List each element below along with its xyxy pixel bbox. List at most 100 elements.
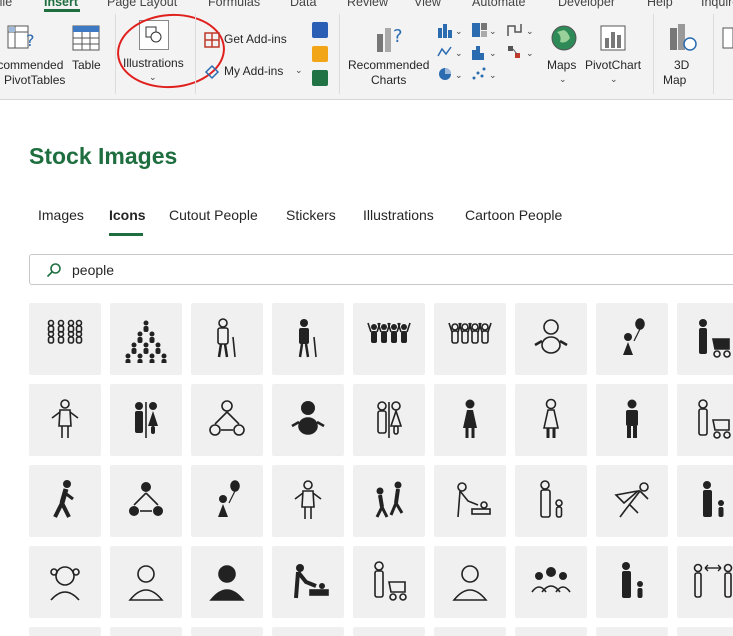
tab-images[interactable]: Images: [38, 207, 84, 223]
recommended-charts-label: Recommended: [348, 58, 430, 72]
icon-tile[interactable]: [110, 546, 182, 618]
icon-tile[interactable]: [110, 384, 182, 456]
people-dancing-icon: [375, 481, 404, 518]
tab-automate[interactable]: Automate: [472, 0, 526, 9]
pie-chart-button[interactable]: ⌄: [437, 66, 463, 87]
tab-icons[interactable]: Icons: [109, 207, 146, 223]
icon-tile[interactable]: [434, 303, 506, 375]
icon-tile[interactable]: [110, 303, 182, 375]
icon-tile[interactable]: [677, 627, 733, 636]
icon-tile[interactable]: [434, 384, 506, 456]
sparkline-icon[interactable]: [722, 26, 733, 50]
icon-tile[interactable]: [515, 384, 587, 456]
superhero-outline-icon: [614, 482, 649, 518]
icon-tile[interactable]: [191, 465, 263, 537]
icon-tile[interactable]: [29, 465, 101, 537]
scatter-chart-icon: ⌄: [472, 67, 497, 80]
icon-tile[interactable]: [272, 465, 344, 537]
tab-formulas[interactable]: Formulas: [208, 0, 260, 9]
icon-tile[interactable]: [677, 303, 733, 375]
icon-tile[interactable]: [515, 627, 587, 636]
icon-tile[interactable]: [272, 627, 344, 636]
icon-tile[interactable]: [353, 303, 425, 375]
icon-tile[interactable]: [596, 627, 668, 636]
my-addins-button[interactable]: My Add-ins ⌄: [203, 62, 303, 82]
bing-icon[interactable]: [312, 46, 328, 62]
icon-tile[interactable]: [677, 546, 733, 618]
woman-outline-icon: [543, 398, 559, 438]
icon-tile[interactable]: [29, 384, 101, 456]
ribbon-separator: [195, 14, 196, 94]
svg-text:⌄: ⌄: [455, 26, 463, 36]
icon-tile[interactable]: [353, 546, 425, 618]
person-shrug-outline-icon: [51, 399, 79, 438]
icon-tile[interactable]: [272, 546, 344, 618]
tab-cartoon-people[interactable]: Cartoon People: [465, 207, 562, 223]
tab-stickers[interactable]: Stickers: [286, 207, 336, 223]
user-outline-icon: [452, 565, 488, 601]
hierarchy-chart-button[interactable]: ⌄: [471, 22, 497, 43]
icon-tile[interactable]: [434, 465, 506, 537]
icon-tile[interactable]: [353, 627, 425, 636]
icon-tile[interactable]: [353, 384, 425, 456]
icon-tile[interactable]: [677, 465, 733, 537]
table-icon: [72, 25, 100, 51]
icon-tile[interactable]: [353, 465, 425, 537]
tab-review[interactable]: Review: [347, 0, 388, 9]
people-group-users-icon: [531, 567, 571, 593]
search-box[interactable]: [29, 254, 733, 285]
combo-chart-button[interactable]: ⌄: [507, 44, 535, 65]
tab-page-layout[interactable]: Page Layout: [107, 0, 177, 9]
icon-tile[interactable]: [29, 303, 101, 375]
icon-tile[interactable]: [515, 465, 587, 537]
icon-tile[interactable]: [272, 303, 344, 375]
diaper-change-outline-icon: [457, 482, 491, 518]
tab-inquire[interactable]: Inquire: [701, 0, 733, 9]
icon-tile[interactable]: [596, 465, 668, 537]
3d-map-label: 3D: [674, 58, 690, 72]
tab-illustrations[interactable]: Illustrations: [363, 207, 434, 223]
pivotchart-label: PivotChart: [585, 58, 642, 72]
icon-tile[interactable]: [29, 546, 101, 618]
icon-tile[interactable]: [191, 546, 263, 618]
puzzle-icon: [204, 64, 220, 80]
tab-data[interactable]: Data: [290, 0, 316, 9]
chevron-down-icon: ⌄: [295, 65, 303, 75]
icon-tile[interactable]: [515, 546, 587, 618]
parent-child-walking-icon: [622, 562, 643, 598]
tab-cutout-people[interactable]: Cutout People: [169, 207, 258, 223]
icon-tile[interactable]: [677, 384, 733, 456]
statistic-chart-button[interactable]: ⌄: [471, 44, 497, 65]
get-addins-button[interactable]: Get Add-ins: [203, 30, 303, 50]
icon-tile[interactable]: [434, 546, 506, 618]
people-graph-icon[interactable]: [312, 70, 328, 86]
icon-tile[interactable]: [596, 303, 668, 375]
restroom-icon: [135, 402, 158, 438]
tab-help[interactable]: Help: [647, 0, 673, 9]
icon-tile[interactable]: [29, 627, 101, 636]
icon-tile[interactable]: [272, 384, 344, 456]
icon-tile[interactable]: [110, 465, 182, 537]
ribbon-separator: [339, 14, 340, 94]
tab-developer[interactable]: Developer: [558, 0, 615, 9]
line-chart-button[interactable]: ⌄: [437, 44, 463, 65]
scatter-chart-button[interactable]: ⌄: [471, 66, 497, 87]
icon-tile[interactable]: [515, 303, 587, 375]
search-input[interactable]: [70, 261, 474, 279]
waterfall-chart-button[interactable]: ⌄: [507, 22, 535, 43]
icon-tile[interactable]: [596, 384, 668, 456]
tab-insert[interactable]: Insert: [44, 0, 78, 9]
svg-text:⌄: ⌄: [489, 26, 497, 36]
tab-view[interactable]: View: [414, 0, 441, 9]
icon-tile[interactable]: [191, 627, 263, 636]
icon-tile[interactable]: [434, 627, 506, 636]
svg-text:?: ?: [393, 26, 403, 47]
icon-tile[interactable]: [191, 384, 263, 456]
tab-file[interactable]: File: [0, 0, 12, 9]
column-chart-button[interactable]: ⌄: [437, 22, 463, 43]
icon-tile[interactable]: [191, 303, 263, 375]
visio-icon[interactable]: [312, 22, 328, 38]
icon-tile[interactable]: [596, 546, 668, 618]
my-addins-label: My Add-ins: [224, 64, 284, 78]
icon-tile[interactable]: [110, 627, 182, 636]
